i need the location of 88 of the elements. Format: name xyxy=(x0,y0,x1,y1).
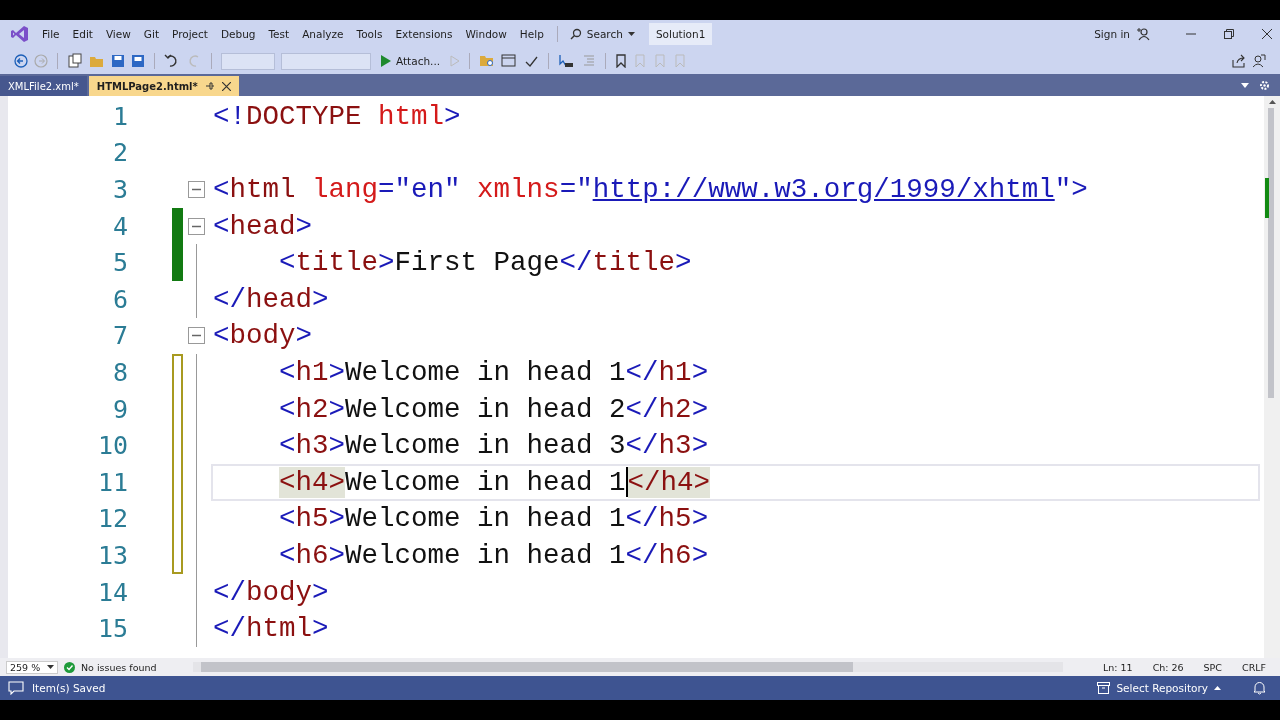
back-icon[interactable] xyxy=(14,54,28,68)
search-button[interactable]: Search xyxy=(563,28,641,40)
check-icon xyxy=(64,661,75,673)
sign-in-link[interactable]: Sign in xyxy=(1094,28,1130,40)
cursor-icon[interactable] xyxy=(558,54,575,68)
app-logo-icon xyxy=(10,24,30,44)
line-indicator[interactable]: Ln: 11 xyxy=(1103,661,1133,673)
code-line: <h2>Welcome in head 2</h2> xyxy=(278,392,710,427)
close-icon[interactable] xyxy=(221,81,231,91)
collapse-icon[interactable] xyxy=(188,327,205,345)
code-line: <html lang="en" xmlns="http://www.w3.org/1999/xhtml"> xyxy=(212,173,1089,207)
search-icon xyxy=(569,28,582,40)
line-number: 10 xyxy=(96,431,128,461)
notification-icon[interactable] xyxy=(1253,681,1266,695)
caret-icon xyxy=(1214,686,1221,690)
menu-item[interactable]: Test xyxy=(262,28,296,40)
collapse-icon[interactable] xyxy=(188,181,205,198)
code-line: <h6>Welcome in head 1</h6> xyxy=(278,538,710,573)
line-number: 12 xyxy=(96,504,128,534)
menu-item[interactable]: Project xyxy=(166,28,214,40)
code-line: <!DOCTYPE html> xyxy=(212,99,462,134)
dropdown-icon[interactable] xyxy=(1241,82,1249,88)
spell-check-icon[interactable] xyxy=(523,54,540,68)
bookmark-icon[interactable] xyxy=(615,54,628,68)
line-number: 4 xyxy=(111,211,128,241)
menu-item[interactable]: Window xyxy=(459,28,513,40)
attach-button[interactable]: Attach... xyxy=(377,55,445,67)
save-all-icon[interactable] xyxy=(131,54,145,68)
line-number: 14 xyxy=(96,577,128,607)
line-number: 5 xyxy=(111,248,128,278)
code-line: <title>First Page</title> xyxy=(278,246,693,281)
pin-icon[interactable] xyxy=(204,81,215,91)
code-line: <h5>Welcome in head 1</h5> xyxy=(278,502,710,537)
folder-search-icon[interactable] xyxy=(479,54,496,68)
account-icon[interactable] xyxy=(1136,27,1150,41)
new-project-icon[interactable] xyxy=(67,53,83,69)
line-number: 3 xyxy=(111,175,128,204)
select-repository-button[interactable]: Select Repository xyxy=(1091,681,1227,695)
settings-icon[interactable] xyxy=(1259,79,1270,91)
code-line: <body> xyxy=(212,319,314,354)
scroll-up-icon[interactable] xyxy=(1268,100,1276,104)
caret-icon xyxy=(627,32,635,36)
line-number: 6 xyxy=(111,284,128,314)
vertical-scrollbar[interactable] xyxy=(1264,96,1280,658)
feedback-icon[interactable] xyxy=(1252,54,1266,68)
document-tab[interactable]: HTMLPage2.html* xyxy=(88,76,239,96)
close-icon[interactable] xyxy=(1262,29,1272,39)
menu-item[interactable]: Analyze xyxy=(296,28,350,40)
share-icon[interactable] xyxy=(1232,54,1246,68)
comment-icon xyxy=(8,681,24,695)
save-icon[interactable] xyxy=(111,54,125,68)
status-message: Item(s) Saved xyxy=(32,682,106,694)
line-number: 9 xyxy=(111,394,128,424)
code-line: </head> xyxy=(212,282,330,317)
line-number: 1 xyxy=(111,101,128,131)
menu-item[interactable]: Git xyxy=(137,28,165,40)
indent-indicator[interactable]: SPC xyxy=(1203,661,1222,673)
line-number: 15 xyxy=(96,614,128,644)
code-line: </html> xyxy=(212,612,330,647)
menu-item[interactable]: Edit xyxy=(66,28,99,40)
restore-icon[interactable] xyxy=(1224,29,1234,39)
caret-icon xyxy=(47,665,54,669)
issues-status[interactable]: No issues found xyxy=(81,661,157,673)
menu-item[interactable]: File xyxy=(36,28,66,40)
collapse-icon[interactable] xyxy=(188,217,205,235)
code-line: <h3>Welcome in head 3</h3> xyxy=(278,429,710,464)
menu-item[interactable]: Extensions xyxy=(389,28,459,40)
line-ending-indicator[interactable]: CRLF xyxy=(1242,661,1266,673)
line-number: 13 xyxy=(96,540,128,570)
line-number: 2 xyxy=(111,138,128,168)
code-line: <head> xyxy=(212,209,314,244)
line-number: 8 xyxy=(111,357,128,387)
line-number: 7 xyxy=(111,321,128,351)
menu-item[interactable]: View xyxy=(99,28,137,40)
line-number: 11 xyxy=(96,467,128,497)
document-tab[interactable]: XMLFile2.xml* xyxy=(0,76,87,96)
repository-icon xyxy=(1097,682,1111,694)
zoom-dropdown[interactable]: 259 % xyxy=(6,660,58,674)
window-icon[interactable] xyxy=(501,54,518,68)
code-line: <h1>Welcome in head 1</h1> xyxy=(278,355,710,390)
code-line: </body> xyxy=(212,575,330,610)
menu-item[interactable]: Tools xyxy=(350,28,389,40)
horizontal-scrollbar[interactable] xyxy=(192,662,1063,672)
menu-item[interactable]: Help xyxy=(513,28,550,40)
play-icon xyxy=(381,55,391,67)
menu-item[interactable]: Debug xyxy=(214,28,262,40)
column-indicator[interactable]: Ch: 26 xyxy=(1152,661,1184,673)
solution-name: Solution1 xyxy=(648,23,713,45)
